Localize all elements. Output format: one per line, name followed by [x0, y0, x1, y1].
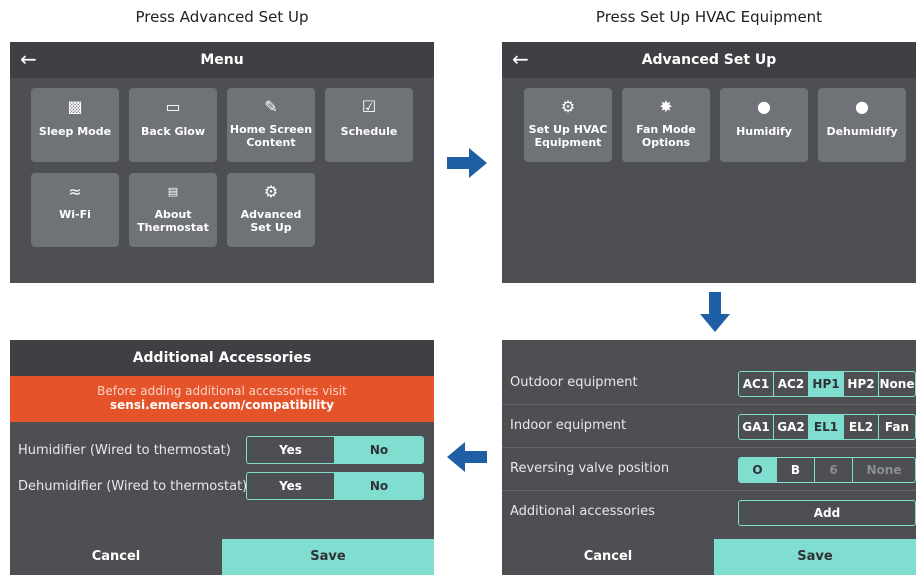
- tile-about-thermostat[interactable]: ▤ About Thermostat: [129, 173, 217, 247]
- option-el1[interactable]: EL1: [809, 415, 844, 439]
- menu-screen: ← Menu ▩ Sleep Mode ▭ Back Glow ✎ Home S…: [10, 42, 434, 283]
- option-ac1[interactable]: AC1: [739, 372, 774, 396]
- edit-icon: ✎: [264, 97, 278, 116]
- additional-accessories-screen: Additional Accessories Before adding add…: [10, 340, 434, 575]
- gear-icon: ⚙: [263, 182, 279, 201]
- tile-advanced-setup[interactable]: ⚙ Advanced Set Up: [227, 173, 315, 247]
- flow-arrow-right-icon: [447, 148, 487, 178]
- row-label: Reversing valve position: [510, 461, 670, 476]
- option-o[interactable]: O: [739, 458, 777, 482]
- tile-label: Dehumidify: [826, 125, 898, 138]
- option-hp1[interactable]: HP1: [809, 372, 844, 396]
- tile-label: Humidify: [736, 125, 792, 138]
- save-button[interactable]: Save: [222, 539, 434, 575]
- thermostat-icon: ▤: [167, 185, 179, 198]
- tile-schedule[interactable]: ☑ Schedule: [325, 88, 413, 162]
- add-button-label: Add: [813, 506, 841, 520]
- option-ac2[interactable]: AC2: [774, 372, 809, 396]
- cancel-button[interactable]: Cancel: [502, 539, 714, 575]
- hvac-equipment-screen: Outdoor equipment AC1 AC2 HP1 HP2 None I…: [502, 340, 916, 575]
- outdoor-equipment-selector[interactable]: AC1 AC2 HP1 HP2 None: [738, 371, 916, 397]
- tile-label: Fan Mode Options: [636, 123, 696, 149]
- option-ga1[interactable]: GA1: [739, 415, 774, 439]
- row-additional-accessories: Additional accessories Add: [502, 491, 916, 533]
- accessories-title: Additional Accessories: [132, 350, 312, 366]
- option-ga2[interactable]: GA2: [774, 415, 809, 439]
- tile-label: Home Screen Content: [229, 123, 313, 149]
- accessories-footer: Cancel Save: [10, 539, 434, 575]
- row-reversing-valve: Reversing valve position O B 6 None: [502, 448, 916, 491]
- option-fan[interactable]: Fan: [879, 415, 915, 439]
- tile-label: Back Glow: [141, 125, 205, 138]
- flow-arrow-down-icon: [700, 292, 730, 332]
- fan-icon: ✸: [659, 97, 673, 116]
- menu-title: Menu: [200, 52, 244, 68]
- tile-label: Sleep Mode: [38, 125, 112, 138]
- tile-home-screen-content[interactable]: ✎ Home Screen Content: [227, 88, 315, 162]
- advanced-title: Advanced Set Up: [641, 52, 777, 68]
- add-accessories-button[interactable]: Add: [738, 500, 916, 526]
- banner-text: Before adding additional accessories vis…: [97, 384, 347, 398]
- hvac-footer: Cancel Save: [502, 539, 916, 575]
- advanced-setup-screen: ← Advanced Set Up ⚙ Set Up HVAC Equipmen…: [502, 42, 916, 283]
- tile-label: About Thermostat: [137, 208, 209, 234]
- no-option[interactable]: No: [335, 437, 423, 463]
- accessories-header: Additional Accessories: [10, 340, 434, 376]
- caption-press-setup-hvac: Press Set Up HVAC Equipment: [595, 8, 823, 26]
- gear-icon: ⚙: [560, 97, 576, 116]
- row-label: Indoor equipment: [510, 418, 627, 433]
- calendar-icon: ☑: [361, 97, 377, 116]
- option-el2[interactable]: EL2: [844, 415, 879, 439]
- tile-back-glow[interactable]: ▭ Back Glow: [129, 88, 217, 162]
- row-label: Additional accessories: [510, 504, 655, 519]
- tile-sleep-mode[interactable]: ▩ Sleep Mode: [31, 88, 119, 162]
- row-label: Dehumidifier (Wired to thermostat): [18, 479, 248, 494]
- option-none[interactable]: None: [853, 458, 915, 482]
- tile-label: Wi-Fi: [59, 208, 91, 221]
- row-outdoor-equipment: Outdoor equipment AC1 AC2 HP1 HP2 None: [502, 362, 916, 405]
- wifi-icon: ≈: [68, 182, 82, 201]
- tile-fan-mode-options[interactable]: ✸ Fan Mode Options: [622, 88, 710, 162]
- row-dehumidifier: Dehumidifier (Wired to thermostat) Yes N…: [10, 466, 434, 508]
- humidifier-toggle[interactable]: Yes No: [246, 436, 424, 464]
- yes-option[interactable]: Yes: [247, 437, 335, 463]
- option-b[interactable]: B: [777, 458, 815, 482]
- tile-wifi[interactable]: ≈ Wi-Fi: [31, 173, 119, 247]
- compatibility-banner: Before adding additional accessories vis…: [10, 376, 434, 422]
- cancel-button[interactable]: Cancel: [10, 539, 222, 575]
- option-hp2[interactable]: HP2: [844, 372, 879, 396]
- advanced-header: ← Advanced Set Up: [502, 42, 916, 78]
- tile-dehumidify[interactable]: ● Dehumidify: [818, 88, 906, 162]
- yes-option[interactable]: Yes: [247, 473, 335, 499]
- no-option[interactable]: No: [335, 473, 423, 499]
- dehumidifier-toggle[interactable]: Yes No: [246, 472, 424, 500]
- tile-label: Schedule: [340, 125, 398, 138]
- sleep-icon: ▩: [67, 97, 83, 116]
- droplet-plus-icon: ●: [757, 97, 771, 116]
- tile-humidify[interactable]: ● Humidify: [720, 88, 808, 162]
- save-button[interactable]: Save: [714, 539, 916, 575]
- compatibility-link[interactable]: sensi.emerson.com/compatibility: [10, 398, 434, 412]
- flow-arrow-left-icon: [447, 442, 487, 472]
- menu-header: ← Menu: [10, 42, 434, 78]
- backglow-icon: ▭: [165, 97, 181, 116]
- reversing-valve-selector[interactable]: O B 6 None: [738, 457, 916, 483]
- tile-label: Set Up HVAC Equipment: [528, 123, 608, 149]
- option-6[interactable]: 6: [815, 458, 853, 482]
- row-indoor-equipment: Indoor equipment GA1 GA2 EL1 EL2 Fan: [502, 405, 916, 448]
- row-label: Outdoor equipment: [510, 375, 638, 390]
- indoor-equipment-selector[interactable]: GA1 GA2 EL1 EL2 Fan: [738, 414, 916, 440]
- tile-setup-hvac-equipment[interactable]: ⚙ Set Up HVAC Equipment: [524, 88, 612, 162]
- droplet-minus-icon: ●: [855, 97, 869, 116]
- tile-label: Advanced Set Up: [240, 208, 302, 234]
- option-none[interactable]: None: [879, 372, 915, 396]
- caption-press-advanced-setup: Press Advanced Set Up: [135, 8, 309, 26]
